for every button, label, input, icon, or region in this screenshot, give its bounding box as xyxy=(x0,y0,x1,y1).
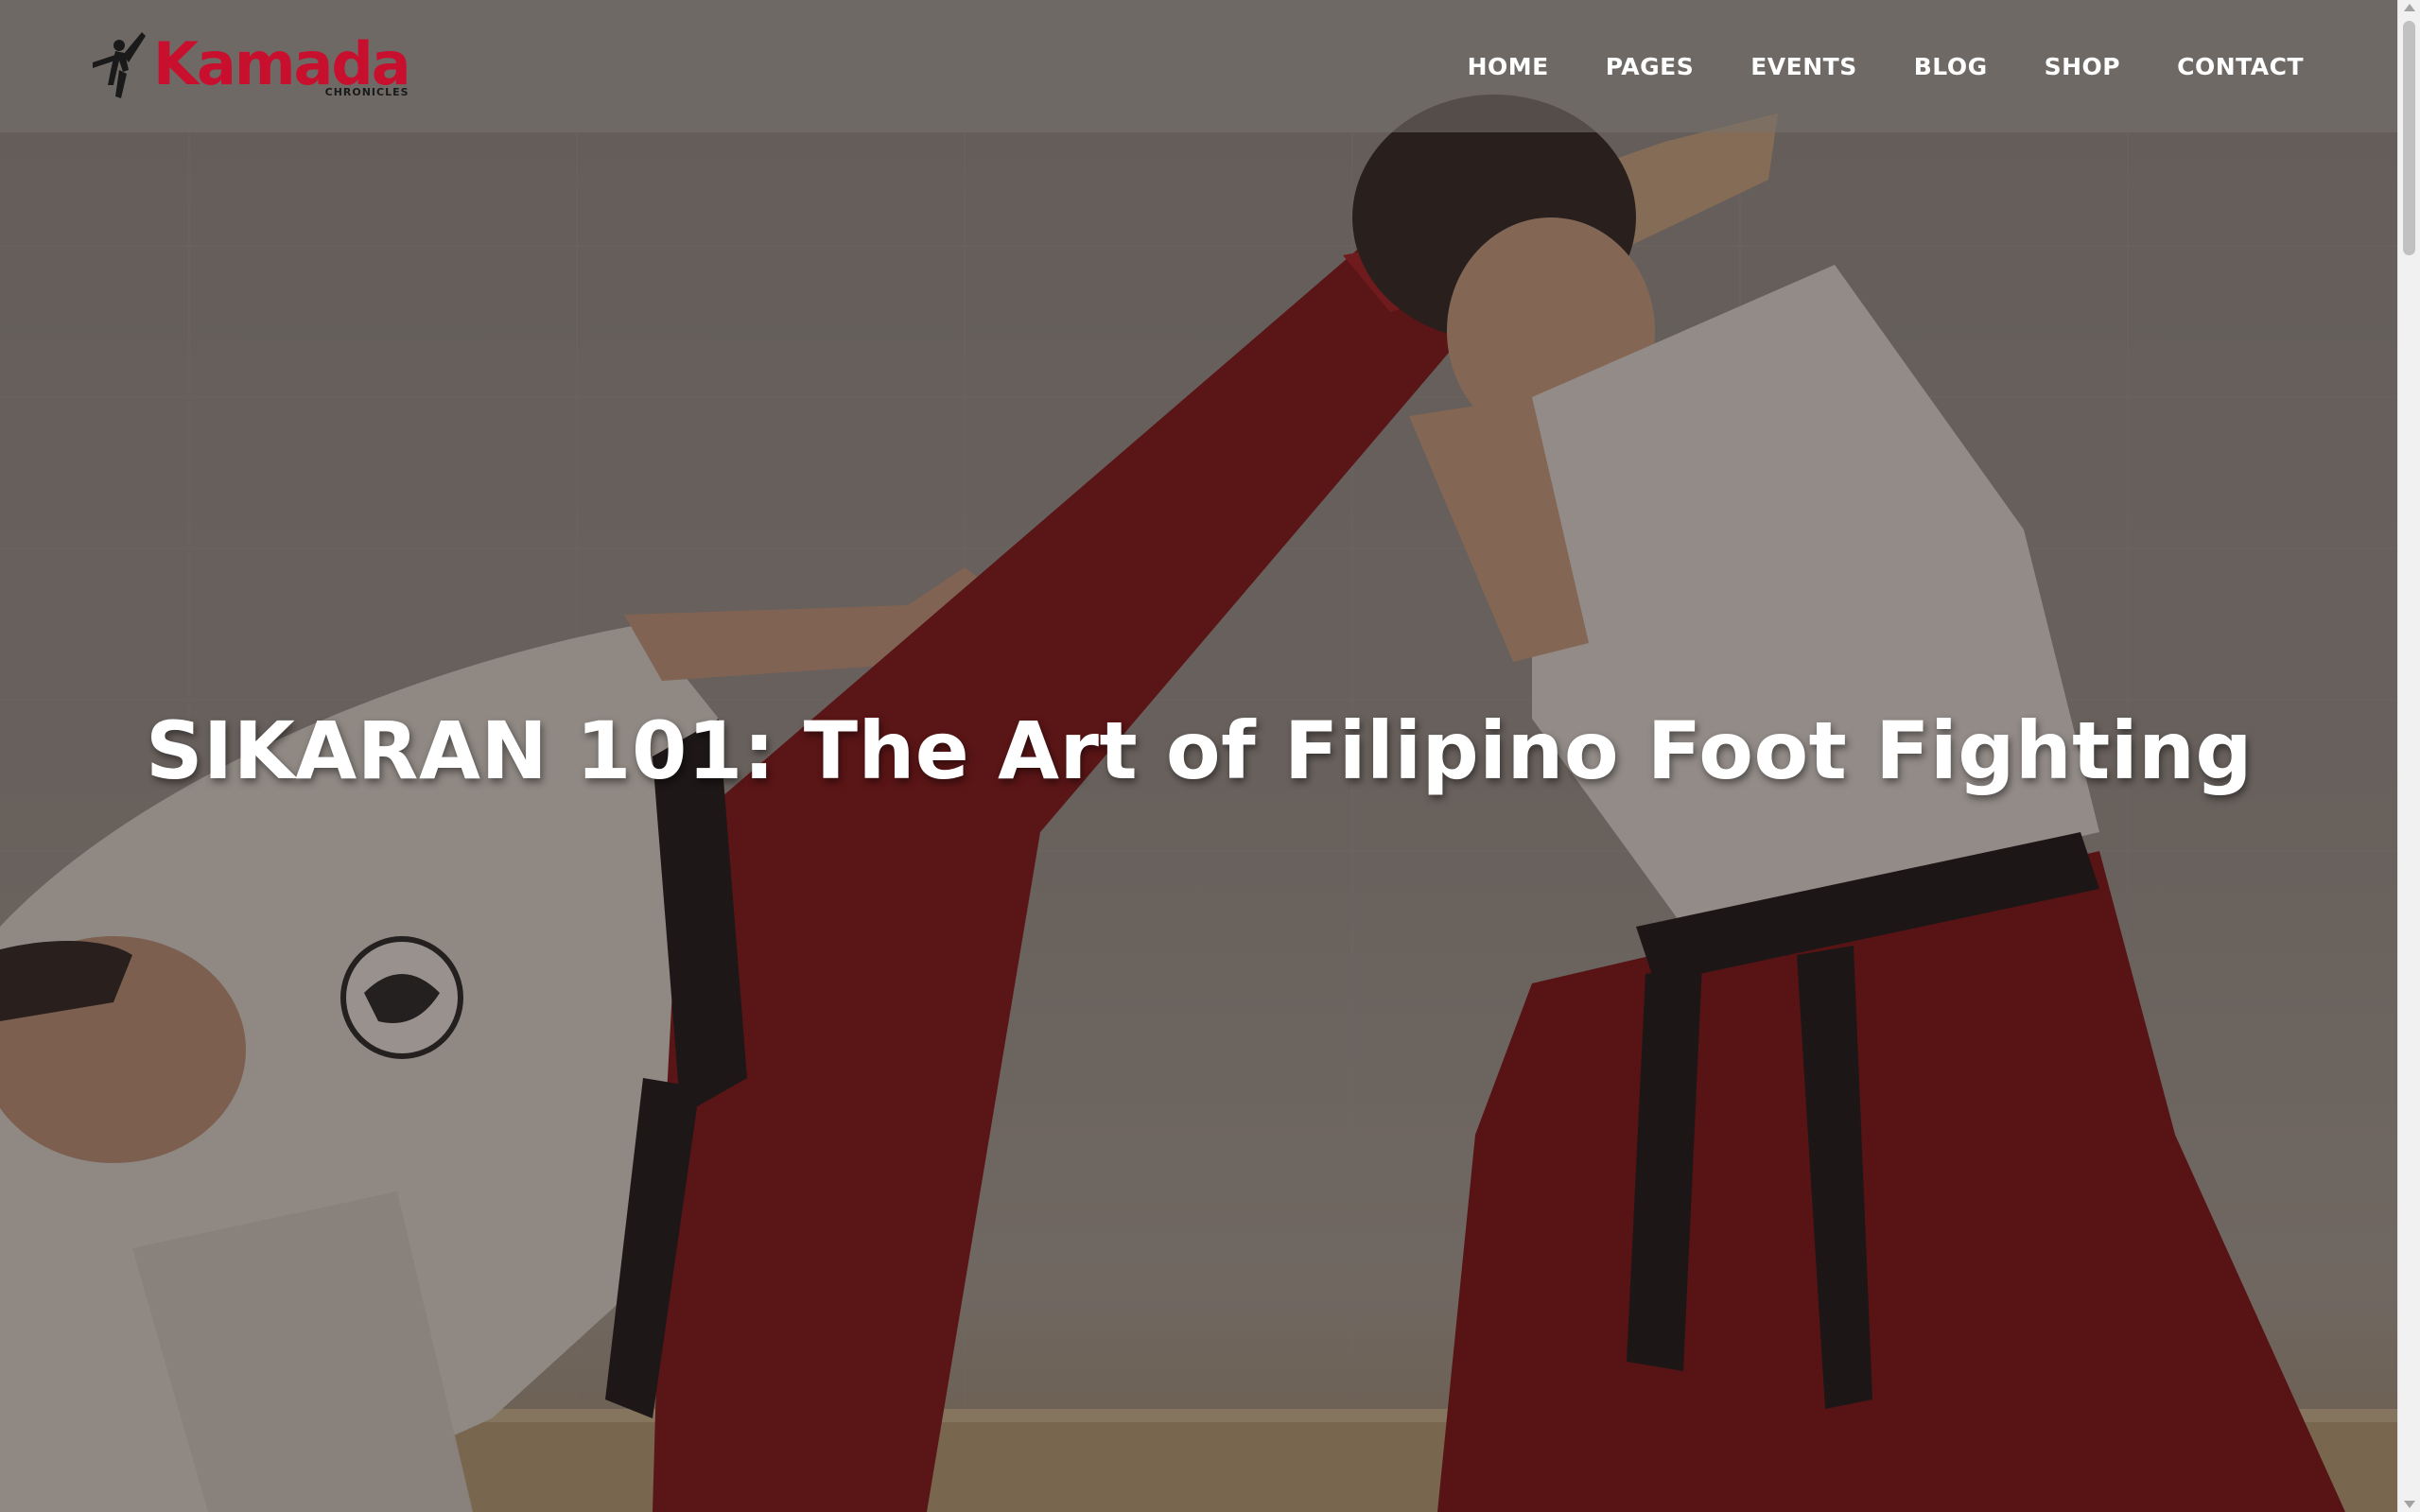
scrollbar-thumb[interactable] xyxy=(2403,21,2415,255)
scroll-up-icon[interactable] xyxy=(2404,4,2415,11)
nav-item-events[interactable]: EVENTS xyxy=(1750,53,1857,80)
main-nav: HOME PAGES EVENTS BLOG SHOP CONTACT xyxy=(1411,0,2304,132)
nav-item-contact[interactable]: CONTACT xyxy=(2177,53,2304,80)
page-title: SIKARAN 101: The Art of Filipino Foot Fi… xyxy=(145,704,2254,797)
karateka-kick-icon xyxy=(93,32,146,98)
nav-item-blog[interactable]: BLOG xyxy=(1914,53,1988,80)
nav-item-shop[interactable]: SHOP xyxy=(2045,53,2121,80)
page: Kamada CHRONICLES HOME PAGES EVENTS BLOG… xyxy=(0,0,2420,1512)
scroll-down-icon[interactable] xyxy=(2404,1501,2415,1508)
nav-item-home[interactable]: HOME xyxy=(1468,53,1549,80)
site-logo[interactable]: Kamada CHRONICLES xyxy=(87,26,411,102)
logo-text: Kamada CHRONICLES xyxy=(153,26,411,102)
logo-subtitle: CHRONICLES xyxy=(324,86,409,98)
vertical-scrollbar[interactable] xyxy=(2397,0,2420,1512)
site-header: Kamada CHRONICLES HOME PAGES EVENTS BLOG… xyxy=(0,0,2398,132)
nav-item-pages[interactable]: PAGES xyxy=(1606,53,1694,80)
